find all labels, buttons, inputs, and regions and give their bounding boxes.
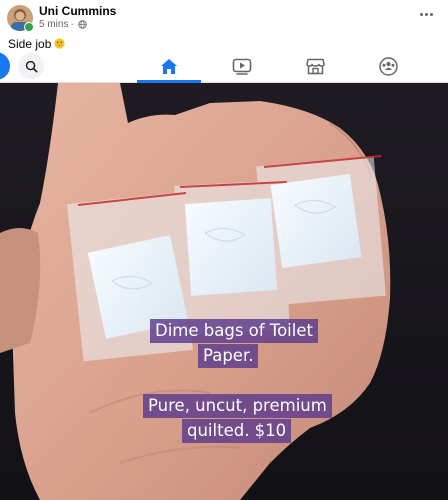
facebook-logo-icon[interactable] bbox=[0, 52, 10, 80]
home-icon bbox=[161, 58, 177, 74]
globe-icon bbox=[78, 20, 87, 29]
overlay-line-2: Paper. bbox=[198, 344, 259, 368]
post-time[interactable]: 5 mins bbox=[39, 19, 68, 30]
overlay-line-1: Dime bags of Toilet bbox=[150, 319, 318, 343]
tab-groups[interactable] bbox=[356, 50, 420, 82]
more-options-button[interactable] bbox=[416, 6, 436, 22]
video-icon bbox=[232, 58, 252, 75]
more-horizontal-icon bbox=[419, 12, 423, 16]
tab-watch[interactable] bbox=[210, 50, 274, 82]
tab-home[interactable] bbox=[137, 50, 201, 83]
avatar[interactable] bbox=[7, 5, 34, 32]
meta-separator: · bbox=[70, 19, 74, 30]
groups-icon bbox=[378, 56, 398, 76]
nav-bar bbox=[0, 50, 448, 83]
post-meta: 5 mins · bbox=[39, 19, 87, 30]
post-photo[interactable]: Dime bags of Toilet Paper. Pure, uncut, … bbox=[0, 83, 448, 500]
overlay-line-4: quilted. $10 bbox=[182, 419, 292, 443]
search-button[interactable] bbox=[18, 53, 44, 79]
tab-marketplace[interactable] bbox=[283, 50, 347, 82]
author-name[interactable]: Uni Cummins bbox=[39, 4, 116, 18]
marketplace-icon bbox=[305, 58, 325, 74]
grinning-face-emoji-icon bbox=[54, 38, 66, 49]
caption-text: Side job bbox=[8, 37, 52, 51]
post-caption: Side job bbox=[8, 37, 66, 51]
search-icon bbox=[25, 60, 38, 73]
online-status-dot bbox=[24, 22, 34, 32]
post-header: Uni Cummins 5 mins · bbox=[0, 0, 448, 36]
overlay-line-3: Pure, uncut, premium bbox=[143, 394, 332, 418]
